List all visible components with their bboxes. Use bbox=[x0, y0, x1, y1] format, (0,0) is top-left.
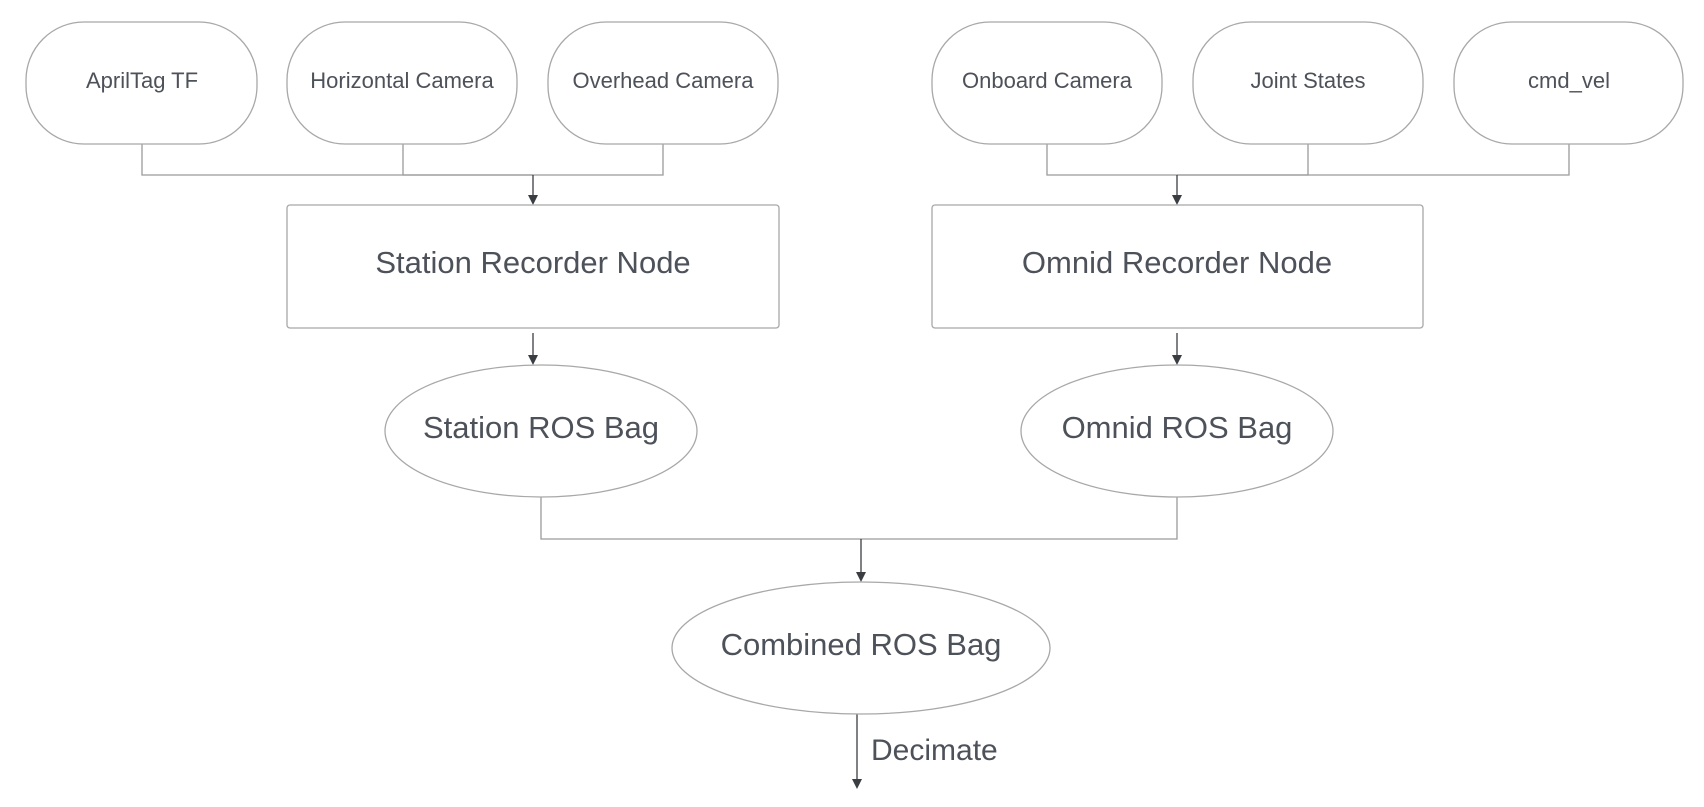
svg-text:Horizontal Camera: Horizontal Camera bbox=[310, 68, 494, 93]
ros-bag-pipeline-diagram: Decimate AprilTag TF Horizontal Camera O… bbox=[25, 21, 1684, 789]
source-joint-states: Joint States bbox=[1192, 21, 1424, 145]
station-node-to-bag-arrow bbox=[528, 333, 538, 365]
svg-text:Joint States: Joint States bbox=[1251, 68, 1366, 93]
svg-text:Combined ROS Bag: Combined ROS Bag bbox=[721, 627, 1002, 662]
source-onboard-camera: Onboard Camera bbox=[931, 21, 1163, 145]
svg-text:Overhead Camera: Overhead Camera bbox=[573, 68, 755, 93]
combined-ros-bag: Combined ROS Bag bbox=[671, 581, 1051, 715]
svg-text:AprilTag TF: AprilTag TF bbox=[86, 68, 198, 93]
svg-text:Station Recorder Node: Station Recorder Node bbox=[375, 245, 690, 280]
decimate-label: Decimate bbox=[871, 734, 998, 767]
svg-text:Omnid ROS Bag: Omnid ROS Bag bbox=[1062, 410, 1293, 445]
omnid-node-to-bag-arrow bbox=[1172, 333, 1182, 365]
source-overhead-camera: Overhead Camera bbox=[547, 21, 779, 145]
station-ros-bag: Station ROS Bag bbox=[384, 364, 698, 498]
decimate-arrow bbox=[852, 714, 862, 789]
left-sources-connector bbox=[141, 144, 664, 205]
omnid-ros-bag: Omnid ROS Bag bbox=[1020, 364, 1334, 498]
right-sources-connector bbox=[1046, 144, 1570, 205]
station-recorder-node: Station Recorder Node bbox=[286, 204, 780, 329]
source-cmd-vel: cmd_vel bbox=[1453, 21, 1684, 145]
svg-text:cmd_vel: cmd_vel bbox=[1528, 68, 1610, 93]
svg-text:Omnid Recorder Node: Omnid Recorder Node bbox=[1022, 245, 1332, 280]
svg-text:Station ROS Bag: Station ROS Bag bbox=[423, 410, 659, 445]
source-apriltag-tf: AprilTag TF bbox=[25, 21, 258, 145]
omnid-recorder-node: Omnid Recorder Node bbox=[931, 204, 1424, 329]
bags-merge-connector bbox=[540, 497, 1178, 582]
source-horizontal-camera: Horizontal Camera bbox=[286, 21, 518, 145]
svg-text:Onboard Camera: Onboard Camera bbox=[962, 68, 1133, 93]
